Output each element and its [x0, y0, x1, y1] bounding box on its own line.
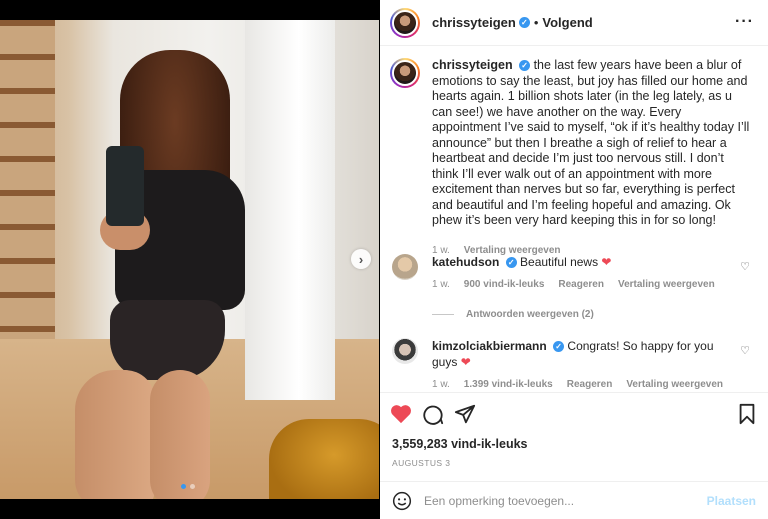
phone [106, 146, 144, 226]
separator: • [533, 15, 539, 30]
chevron-right-icon: › [358, 251, 364, 267]
carousel-dot-active [181, 484, 186, 489]
carousel-dot [190, 484, 195, 489]
avatar[interactable] [392, 254, 418, 280]
shoe-shelf [0, 20, 55, 350]
avatar[interactable] [392, 338, 418, 364]
view-replies-label[interactable]: Antwoorden weergeven (2) [466, 309, 594, 320]
comment-button[interactable] [422, 403, 444, 425]
avatar[interactable] [390, 7, 420, 38]
comment-item: katehudson ✓ Beautiful news ❤ 1 w. 900 v… [392, 254, 760, 290]
post-date[interactable]: AUGUSTUS 3 [392, 458, 450, 468]
comment-input[interactable]: Een opmerking toevoegen... [424, 494, 707, 508]
chair [269, 419, 379, 499]
follow-button[interactable]: Volgend [542, 15, 592, 30]
reply-button[interactable]: Reageren [567, 379, 613, 390]
carousel-dots [181, 484, 195, 489]
translate-link[interactable]: Vertaling weergeven [626, 379, 723, 390]
caption-username[interactable]: chrissyteigen [432, 58, 513, 72]
view-replies[interactable]: Antwoorden weergeven (2) [432, 309, 594, 320]
verified-icon: ✓ [505, 257, 517, 269]
bookmark-icon [739, 403, 755, 425]
save-button[interactable] [736, 403, 758, 425]
post-header: chrissyteigen ✓ • Volgend ··· [380, 0, 768, 46]
post-photo[interactable]: › [0, 20, 379, 499]
comment-username[interactable]: katehudson [432, 255, 499, 269]
emoji-icon[interactable] [392, 491, 412, 511]
post-side-panel: chrissyteigen ✓ • Volgend ··· chrissytei… [380, 0, 768, 519]
next-slide-button[interactable]: › [351, 249, 371, 269]
door [245, 20, 335, 400]
verified-icon: ✓ [553, 341, 565, 353]
comment-likes[interactable]: 1.399 vind-ik-leuks [464, 379, 553, 390]
share-button[interactable] [454, 403, 476, 425]
heart-outline-icon[interactable]: ♡ [740, 344, 750, 357]
heart-outline-icon[interactable]: ♡ [740, 260, 750, 273]
divider [432, 314, 454, 315]
comment-icon [423, 405, 444, 425]
figure-leg [75, 370, 155, 499]
post-dialog: › chrissyteigen ✓ • Volgend ··· chrissyt… [0, 0, 768, 519]
like-button[interactable] [390, 403, 412, 425]
avatar[interactable] [390, 58, 420, 88]
comment-item: kimzolciakbiermann ✓ Congrats! So happy … [392, 338, 760, 390]
comment-time[interactable]: 1 w. [432, 379, 450, 390]
more-icon[interactable]: ··· [735, 13, 754, 31]
comment-text: Beautiful news [520, 255, 599, 269]
send-icon [454, 404, 476, 424]
caption-text: the last few years have been a blur of e… [432, 58, 750, 227]
caption: chrissyteigen ✓ the last few years have … [390, 58, 758, 258]
comment-likes[interactable]: 900 vind-ik-leuks [464, 279, 545, 290]
likes-count[interactable]: 3,559,283 vind-ik-leuks [392, 437, 528, 451]
figure-leg [150, 370, 210, 499]
comment-username[interactable]: kimzolciakbiermann [432, 339, 547, 353]
comment-time[interactable]: 1 w. [432, 279, 450, 290]
heart-filled-icon [391, 405, 411, 424]
header-username[interactable]: chrissyteigen [432, 15, 516, 30]
verified-icon: ✓ [519, 60, 531, 72]
red-heart-icon: ❤ [460, 355, 471, 369]
post-comment-button[interactable]: Plaatsen [707, 494, 756, 508]
add-comment-bar: Een opmerking toevoegen... Plaatsen [380, 481, 768, 519]
action-bar [380, 392, 768, 436]
verified-icon: ✓ [518, 17, 530, 28]
reply-button[interactable]: Reageren [558, 279, 604, 290]
translate-link[interactable]: Vertaling weergeven [618, 279, 715, 290]
red-heart-icon: ❤ [601, 255, 612, 269]
